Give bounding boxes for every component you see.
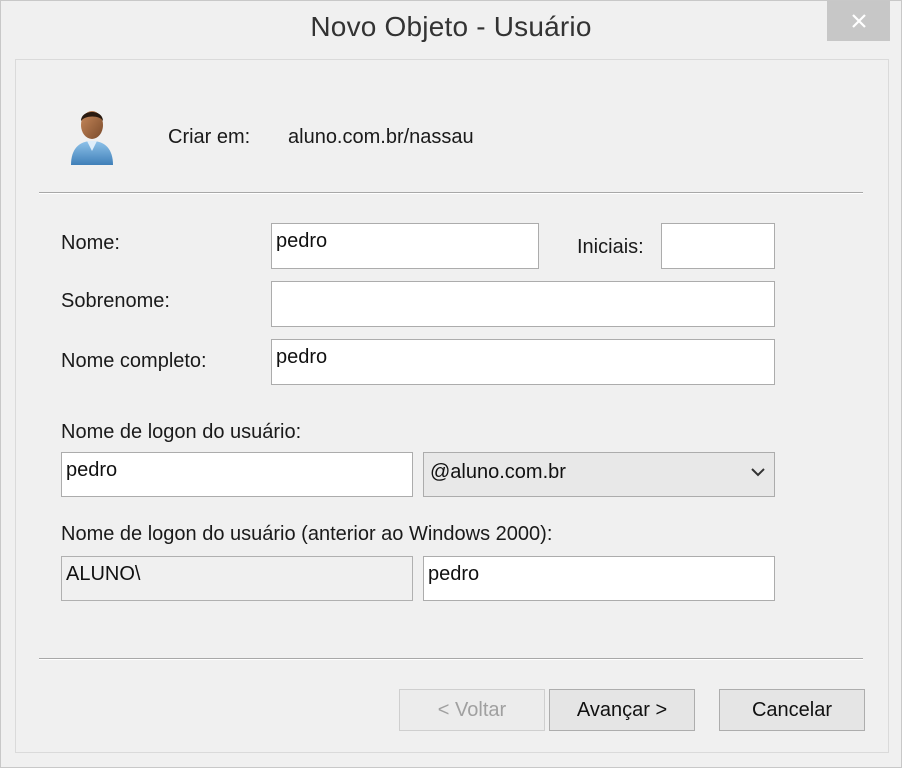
cancel-button[interactable]: Cancelar <box>719 689 865 731</box>
separator-top <box>39 192 863 194</box>
logon-name-label: Nome de logon do usuário: <box>61 421 302 443</box>
last-name-field[interactable] <box>271 281 775 327</box>
title-bar: Novo Objeto - Usuário <box>1 1 901 59</box>
first-name-field[interactable]: pedro <box>271 223 539 269</box>
initials-field[interactable] <box>661 223 775 269</box>
next-button[interactable]: Avançar > <box>549 689 695 731</box>
close-icon <box>851 14 866 28</box>
create-in-label: Criar em: <box>168 126 251 148</box>
user-icon <box>71 111 113 165</box>
pre2000-domain-field: ALUNO\ <box>61 556 413 601</box>
create-in-value: aluno.com.br/nassau <box>288 126 474 148</box>
first-name-label: Nome: <box>61 232 120 254</box>
new-user-dialog: Novo Objeto - Usuário Criar em: aluno.co… <box>0 0 902 768</box>
close-button[interactable] <box>827 1 890 41</box>
upn-suffix-dropdown[interactable]: @aluno.com.br <box>423 452 775 497</box>
window-title: Novo Objeto - Usuário <box>310 11 592 42</box>
initials-label: Iniciais: <box>577 236 644 258</box>
upn-suffix-value: @aluno.com.br <box>430 461 566 483</box>
back-button[interactable]: < Voltar <box>399 689 545 731</box>
last-name-label: Sobrenome: <box>61 290 170 312</box>
dialog-body <box>15 59 889 753</box>
pre2000-logon-label: Nome de logon do usuário (anterior ao Wi… <box>61 523 553 545</box>
logon-name-field[interactable]: pedro <box>61 452 413 497</box>
chevron-down-icon <box>751 468 765 477</box>
full-name-field[interactable]: pedro <box>271 339 775 385</box>
full-name-label: Nome completo: <box>61 350 207 372</box>
pre2000-logon-field[interactable]: pedro <box>423 556 775 601</box>
separator-bottom <box>39 658 863 660</box>
